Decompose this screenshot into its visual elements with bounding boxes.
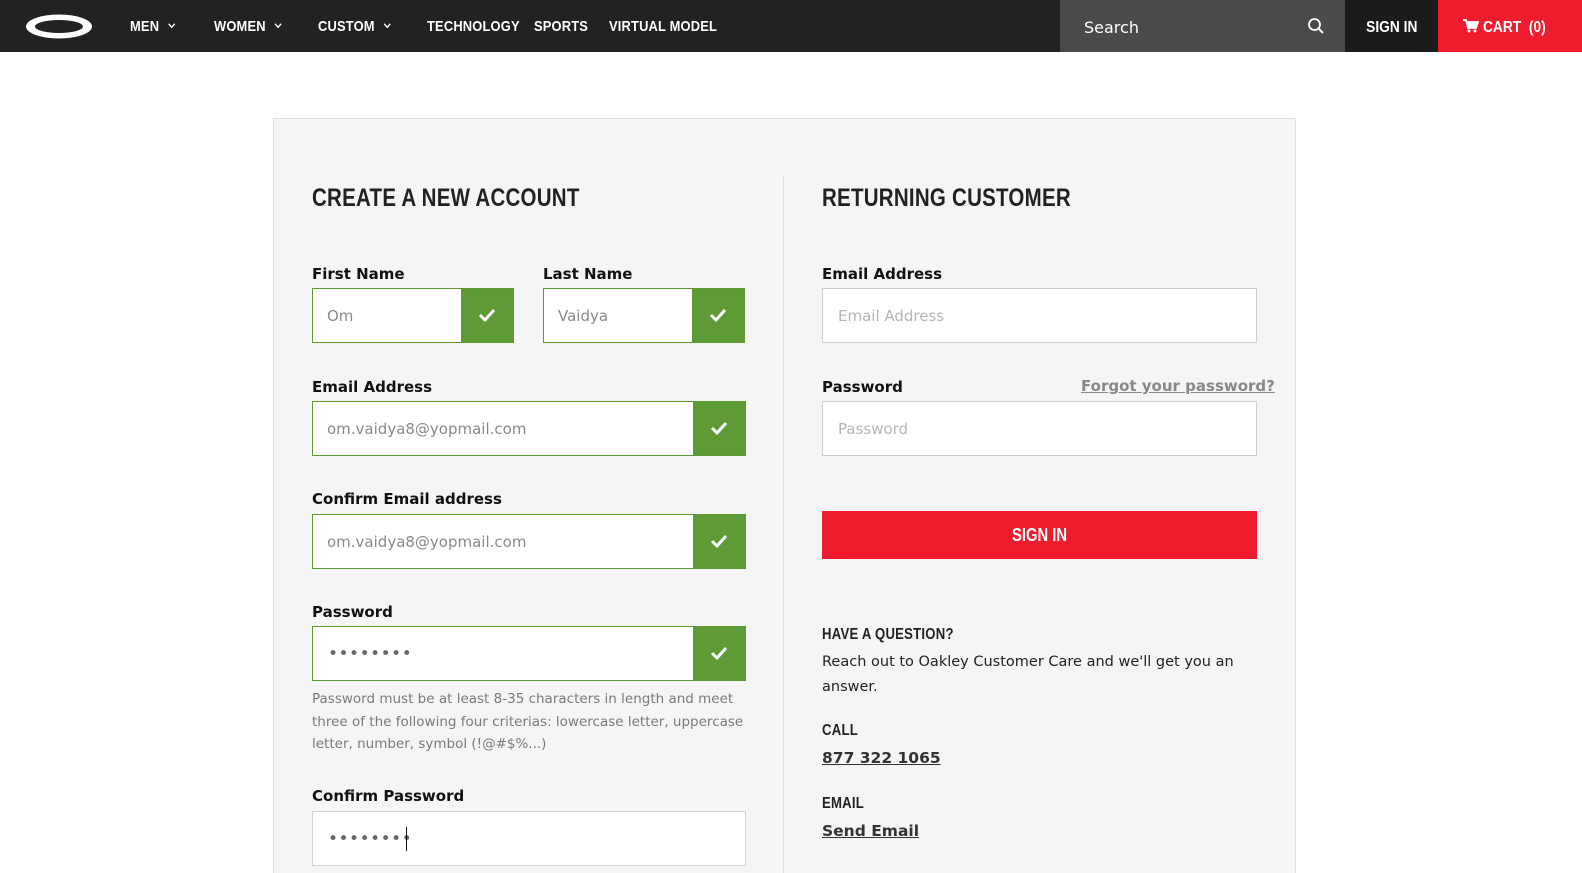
password-field[interactable]: •••••••• <box>312 626 746 681</box>
login-password-label: Password <box>822 378 903 396</box>
valid-check <box>693 515 745 568</box>
first-name-label: First Name <box>312 265 405 283</box>
chevron-down-icon <box>168 23 176 29</box>
nav-sign-in-label: SIGN IN <box>1365 19 1418 36</box>
search-icon[interactable] <box>1307 17 1325 35</box>
login-email-input[interactable] <box>823 289 1256 342</box>
nav-men[interactable]: MEN <box>130 0 176 52</box>
login-email-label: Email Address <box>822 265 943 283</box>
oakley-logo-icon[interactable] <box>24 13 94 40</box>
nav-sports[interactable]: SPORTS <box>534 0 588 52</box>
last-name-label: Last Name <box>543 265 633 283</box>
nav-sports-label: SPORTS <box>534 18 589 35</box>
forgot-password-link[interactable]: Forgot your password? <box>1081 377 1275 395</box>
search-box <box>1060 0 1345 52</box>
last-name-input[interactable] <box>544 289 692 342</box>
email-label: Email Address <box>312 378 433 396</box>
checkmark-icon <box>478 308 496 323</box>
cart-label: CART <box>1483 19 1522 36</box>
login-password-input[interactable] <box>823 402 1256 455</box>
nav-technology[interactable]: TECHNOLOGY <box>427 0 520 52</box>
cart-button[interactable]: CART (0) <box>1438 0 1582 52</box>
nav-custom[interactable]: CUSTOM <box>318 0 391 52</box>
text-caret <box>406 827 407 851</box>
valid-check <box>461 289 513 342</box>
phone-link[interactable]: 877 322 1065 <box>822 749 941 767</box>
valid-check <box>692 289 744 342</box>
valid-check <box>693 627 745 680</box>
email-heading: EMAIL <box>822 795 865 812</box>
column-divider <box>783 176 784 873</box>
nav-virtual-model-label: VIRTUAL MODEL <box>609 18 718 35</box>
confirm-email-input[interactable] <box>313 515 693 568</box>
checkmark-icon <box>710 646 728 661</box>
confirm-password-mask: •••••••• <box>328 829 413 849</box>
help-text: Reach out to Oakley Customer Care and we… <box>822 654 1234 695</box>
email-field <box>312 401 746 456</box>
sign-in-button[interactable]: SIGN IN <box>822 511 1257 559</box>
nav-women-label: WOMEN <box>214 18 266 35</box>
first-name-field <box>312 288 514 343</box>
checkmark-icon <box>710 421 728 436</box>
send-email-link[interactable]: Send Email <box>822 822 919 840</box>
search-input[interactable] <box>1084 14 1304 40</box>
checkmark-icon <box>709 308 727 323</box>
nav-sign-in-button[interactable]: SIGN IN <box>1345 0 1438 52</box>
returning-customer-title: RETURNING CUSTOMER <box>822 184 1071 212</box>
nav-men-label: MEN <box>130 18 160 35</box>
sign-in-button-label: SIGN IN <box>1012 524 1067 545</box>
nav-technology-label: TECHNOLOGY <box>427 18 520 35</box>
confirm-email-field <box>312 514 746 569</box>
first-name-input[interactable] <box>313 289 461 342</box>
create-account-title: CREATE A NEW ACCOUNT <box>312 184 580 212</box>
login-password-field <box>822 401 1257 456</box>
last-name-field <box>543 288 745 343</box>
cart-count: (0) <box>1528 19 1546 36</box>
checkmark-icon <box>710 534 728 549</box>
chevron-down-icon <box>383 23 391 29</box>
confirm-password-field[interactable]: •••••••• <box>312 811 746 866</box>
nav-virtual-model[interactable]: VIRTUAL MODEL <box>609 0 717 52</box>
valid-check <box>693 402 745 455</box>
have-question-heading: HAVE A QUESTION? <box>822 626 954 643</box>
login-email-field <box>822 288 1257 343</box>
password-mask: •••••••• <box>328 644 413 664</box>
password-label: Password <box>312 603 393 621</box>
confirm-password-label: Confirm Password <box>312 787 465 805</box>
nav-custom-label: CUSTOM <box>318 18 375 35</box>
top-nav-bar: MEN WOMEN CUSTOM TECHNOLOGY SPORTS VIRTU… <box>0 0 1582 52</box>
call-heading: CALL <box>822 722 858 739</box>
nav-women[interactable]: WOMEN <box>214 0 282 52</box>
chevron-down-icon <box>274 23 282 29</box>
confirm-email-label: Confirm Email address <box>312 490 502 508</box>
shopping-cart-icon <box>1463 19 1479 33</box>
email-input[interactable] <box>313 402 693 455</box>
password-hint: Password must be at least 8-35 character… <box>312 691 744 752</box>
